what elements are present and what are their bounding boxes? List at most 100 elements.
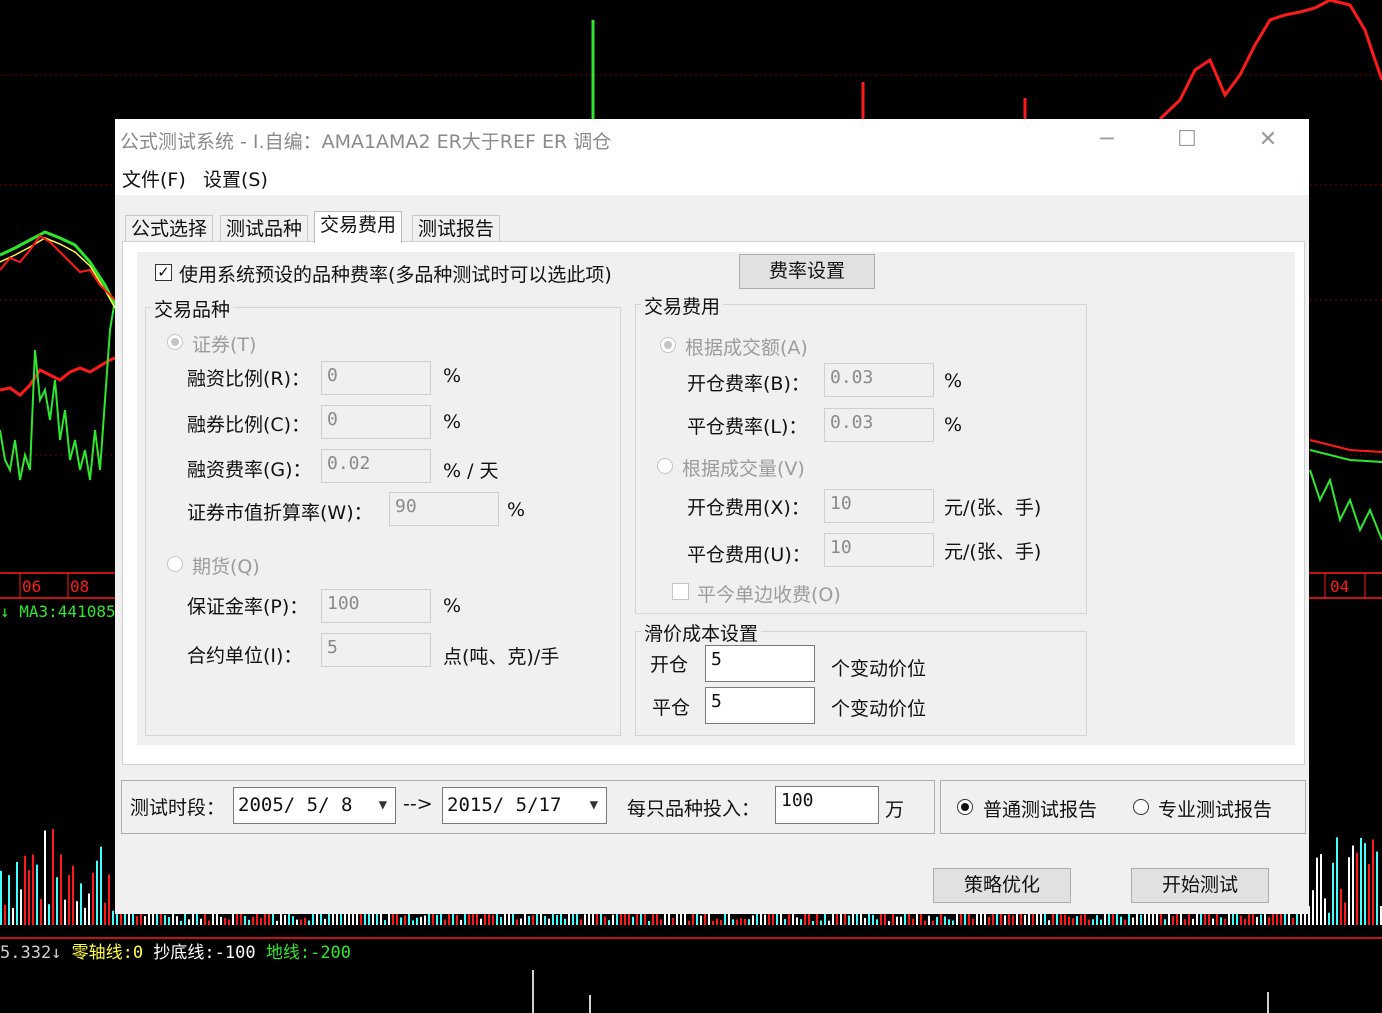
pro-report-label: 专业测试报告: [1158, 799, 1273, 821]
start-test-button[interactable]: 开始测试: [1131, 868, 1269, 903]
volume-bar: [96, 860, 98, 925]
discount-rate-field[interactable]: 90: [389, 492, 499, 526]
volume-bar: [544, 916, 546, 925]
open-rate-field[interactable]: 0.03: [824, 363, 934, 397]
volume-bar: [136, 916, 138, 925]
close-rate-label: 平仓费率(L)：: [687, 416, 808, 438]
volume-bar: [456, 915, 458, 925]
discount-rate-label: 证券市值折算率(W)：: [187, 502, 373, 524]
invest-unit: 万: [885, 799, 905, 821]
volume-bar: [1288, 913, 1290, 925]
securities-radio[interactable]: [167, 334, 183, 350]
volume-bar: [1024, 914, 1026, 925]
margin-ratio-unit: %: [443, 365, 462, 387]
start-date-picker[interactable]: 2005/ 5/ 8 ▼: [233, 787, 396, 824]
volume-bar: [272, 912, 274, 925]
financing-rate-field[interactable]: 0.02: [321, 449, 431, 483]
volume-bar: [1240, 915, 1242, 925]
volume-bar: [312, 913, 314, 925]
menu-file[interactable]: 文件(F): [122, 165, 186, 192]
maximize-button[interactable]: ☐: [1167, 125, 1207, 157]
volume-bar: [252, 916, 254, 925]
volume-bar: [308, 920, 310, 925]
volume-bar: [592, 912, 594, 925]
slippage-open-field[interactable]: 5: [705, 645, 815, 682]
open-fee-field[interactable]: 10: [824, 489, 934, 523]
tab-test-report[interactable]: 测试报告: [412, 215, 501, 242]
contract-unit-field[interactable]: 5: [321, 633, 431, 667]
close-button[interactable]: ✕: [1248, 125, 1288, 157]
volume-bar: [420, 916, 422, 925]
slippage-close-field[interactable]: 5: [705, 687, 815, 724]
by-volume-radio[interactable]: [657, 458, 673, 474]
volume-bar: [520, 918, 522, 925]
futures-radio[interactable]: [167, 556, 183, 572]
invest-field[interactable]: 100: [775, 786, 879, 824]
volume-bar: [248, 919, 250, 925]
volume-bar: [1048, 920, 1050, 925]
volume-bar: [1260, 914, 1262, 925]
tab-trading-fees[interactable]: 交易费用: [314, 211, 403, 243]
volume-bar: [528, 916, 530, 925]
volume-bar: [48, 904, 50, 925]
strategy-optimize-button[interactable]: 策略优化: [933, 868, 1071, 903]
volume-bar: [1312, 890, 1314, 925]
chevron-down-icon: ▼: [378, 797, 387, 813]
margin-ratio-field[interactable]: 0: [321, 361, 431, 395]
short-ratio-label: 融券比例(C)：: [187, 414, 311, 436]
tab-formula-select[interactable]: 公式选择: [125, 215, 214, 242]
volume-bar: [200, 918, 202, 925]
trade-fee-legend: 交易费用: [641, 292, 724, 319]
price-line-red-right: [1158, 0, 1382, 121]
volume-bar: [1080, 914, 1082, 925]
margin-ratio-label: 融资比例(R)：: [187, 368, 311, 390]
margin-rate-field[interactable]: 100: [321, 589, 431, 623]
volume-bar: [564, 918, 566, 925]
window-title: 公式测试系统 - I.自编：AMA1AMA2 ER大于REF ER 调仓: [120, 131, 612, 153]
volume-bar: [1012, 915, 1014, 925]
volume-bar: [224, 917, 226, 925]
volume-bar: [608, 920, 610, 925]
volume-bar: [832, 913, 834, 925]
volume-bar: [1328, 912, 1330, 925]
contract-unit-label: 合约单位(I)：: [187, 645, 303, 667]
end-date-picker[interactable]: 2015/ 5/17 ▼: [442, 787, 607, 824]
open-fee-unit: 元/(张、手): [944, 497, 1042, 519]
volume-bar: [4, 904, 6, 925]
open-rate-label: 开仓费率(B)：: [687, 373, 810, 395]
trading-fees-content: ✓ 使用系统预设的品种费率(多品种测试时可以选此项) 费率设置 交易品种 证券(…: [137, 252, 1295, 745]
volume-bar: [92, 872, 94, 925]
volume-bar: [948, 919, 950, 925]
use-system-rate-checkbox[interactable]: ✓: [155, 264, 172, 281]
minimize-button[interactable]: ─: [1087, 125, 1127, 157]
normal-report-radio[interactable]: [957, 799, 973, 815]
volume-bar: [1100, 919, 1102, 925]
volume-bar: [888, 920, 890, 925]
normal-report-label: 普通测试报告: [983, 799, 1098, 821]
by-amount-radio[interactable]: [660, 337, 676, 353]
volume-bar: [860, 914, 862, 925]
pro-report-radio[interactable]: [1133, 799, 1149, 815]
volume-bar: [972, 918, 974, 925]
close-rate-field[interactable]: 0.03: [824, 408, 934, 442]
menu-settings[interactable]: 设置(S): [203, 165, 268, 192]
volume-bar: [1348, 857, 1350, 925]
volume-bar: [1316, 857, 1318, 925]
tab-test-varieties[interactable]: 测试品种: [220, 215, 309, 242]
volume-bar: [1004, 915, 1006, 925]
volume-bar: [0, 870, 2, 925]
volume-bar: [8, 875, 10, 925]
volume-bar: [28, 870, 30, 925]
volume-bar: [752, 915, 754, 925]
close-fee-field[interactable]: 10: [824, 533, 934, 567]
volume-bar: [68, 874, 70, 925]
slippage-open-label: 开仓: [650, 654, 689, 676]
short-ratio-field[interactable]: 0: [321, 405, 431, 439]
volume-bar: [32, 854, 34, 925]
single-side-checkbox[interactable]: [672, 583, 689, 600]
volume-bar: [876, 919, 878, 925]
rate-settings-button[interactable]: 费率设置: [739, 254, 875, 289]
volume-bar: [1184, 919, 1186, 925]
margin-rate-unit: %: [443, 595, 462, 617]
slippage-legend: 滑价成本设置: [641, 619, 762, 646]
